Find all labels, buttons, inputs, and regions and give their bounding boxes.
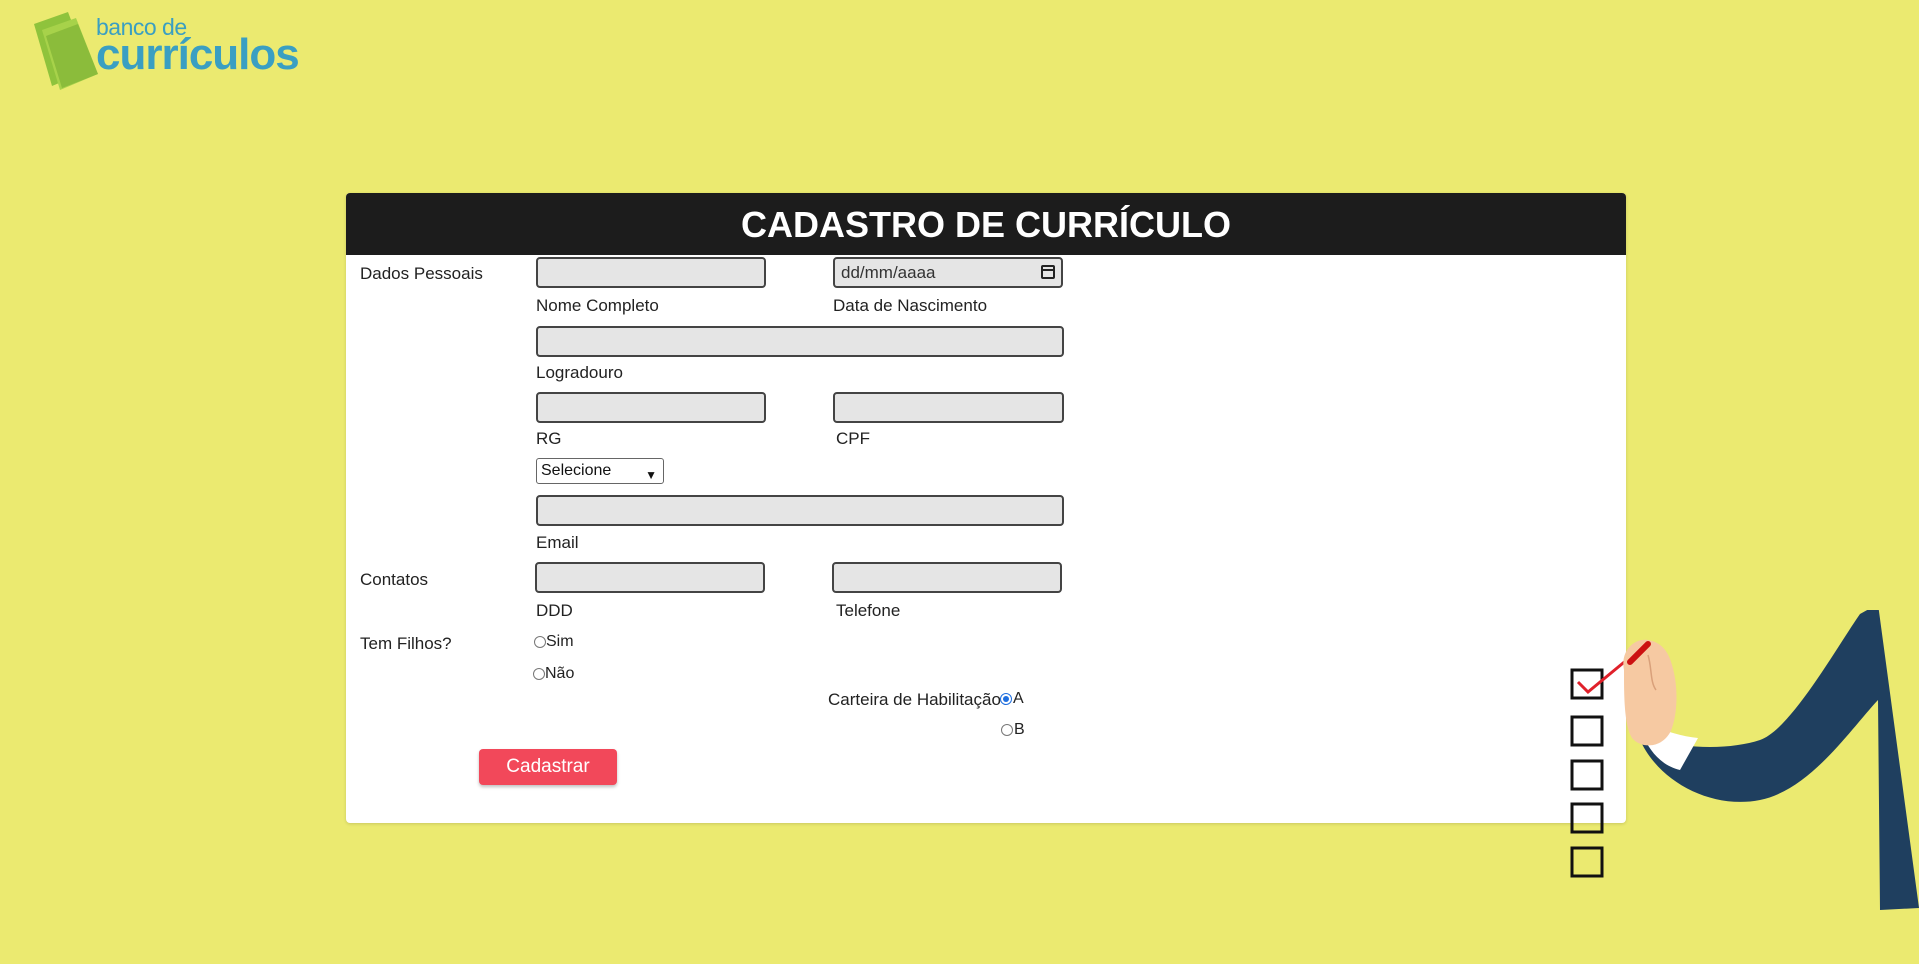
section-children-label: Tem Filhos? <box>360 634 452 653</box>
children-no-radio[interactable] <box>533 668 545 680</box>
ddd-input[interactable] <box>535 562 765 593</box>
chevron-down-icon: ▼ <box>645 468 657 482</box>
logo: banco de currículos <box>28 8 300 93</box>
logo-text-main: currículos <box>96 30 300 79</box>
state-select[interactable]: Selecione ▼ <box>536 458 664 484</box>
checklist-boxes <box>1570 668 1604 878</box>
license-label: Carteira de Habilitação? <box>828 690 1011 709</box>
street-label: Logradouro <box>536 363 623 382</box>
children-yes-radio[interactable] <box>534 636 546 648</box>
email-input[interactable] <box>536 495 1064 526</box>
email-label: Email <box>536 533 579 552</box>
ddd-label: DDD <box>536 601 573 620</box>
cpf-input[interactable] <box>833 392 1064 423</box>
hand <box>1623 639 1677 746</box>
phone-input[interactable] <box>832 562 1062 593</box>
section-personal-label: Dados Pessoais <box>360 264 483 283</box>
birth-date-label: Data de Nascimento <box>833 296 988 315</box>
license-a-label: A <box>1013 690 1024 707</box>
calendar-icon[interactable] <box>1041 265 1055 279</box>
license-a-radio[interactable] <box>1000 693 1012 705</box>
birth-date-value: dd/mm/aaaa <box>841 263 936 282</box>
street-input[interactable] <box>536 326 1064 357</box>
rg-label: RG <box>536 429 562 448</box>
full-name-input[interactable] <box>536 257 766 288</box>
checklist-hand-illustration <box>1570 610 1919 910</box>
cpf-label: CPF <box>836 429 870 448</box>
full-name-label: Nome Completo <box>536 296 659 315</box>
rg-input[interactable] <box>536 392 766 423</box>
children-yes-label: Sim <box>546 633 574 650</box>
form-card: CADASTRO DE CURRÍCULO Dados Pessoais Nom… <box>346 193 1626 823</box>
license-b-label: B <box>1014 721 1025 738</box>
birth-date-input[interactable]: dd/mm/aaaa <box>833 257 1063 288</box>
children-no-label: Não <box>545 665 575 682</box>
license-b-radio[interactable] <box>1001 724 1013 736</box>
submit-button[interactable]: Cadastrar <box>479 749 617 785</box>
phone-label: Telefone <box>836 601 901 620</box>
page-title: CADASTRO DE CURRÍCULO <box>346 193 1626 255</box>
select-value: Selecione <box>541 462 612 479</box>
section-contacts-label: Contatos <box>360 570 429 589</box>
